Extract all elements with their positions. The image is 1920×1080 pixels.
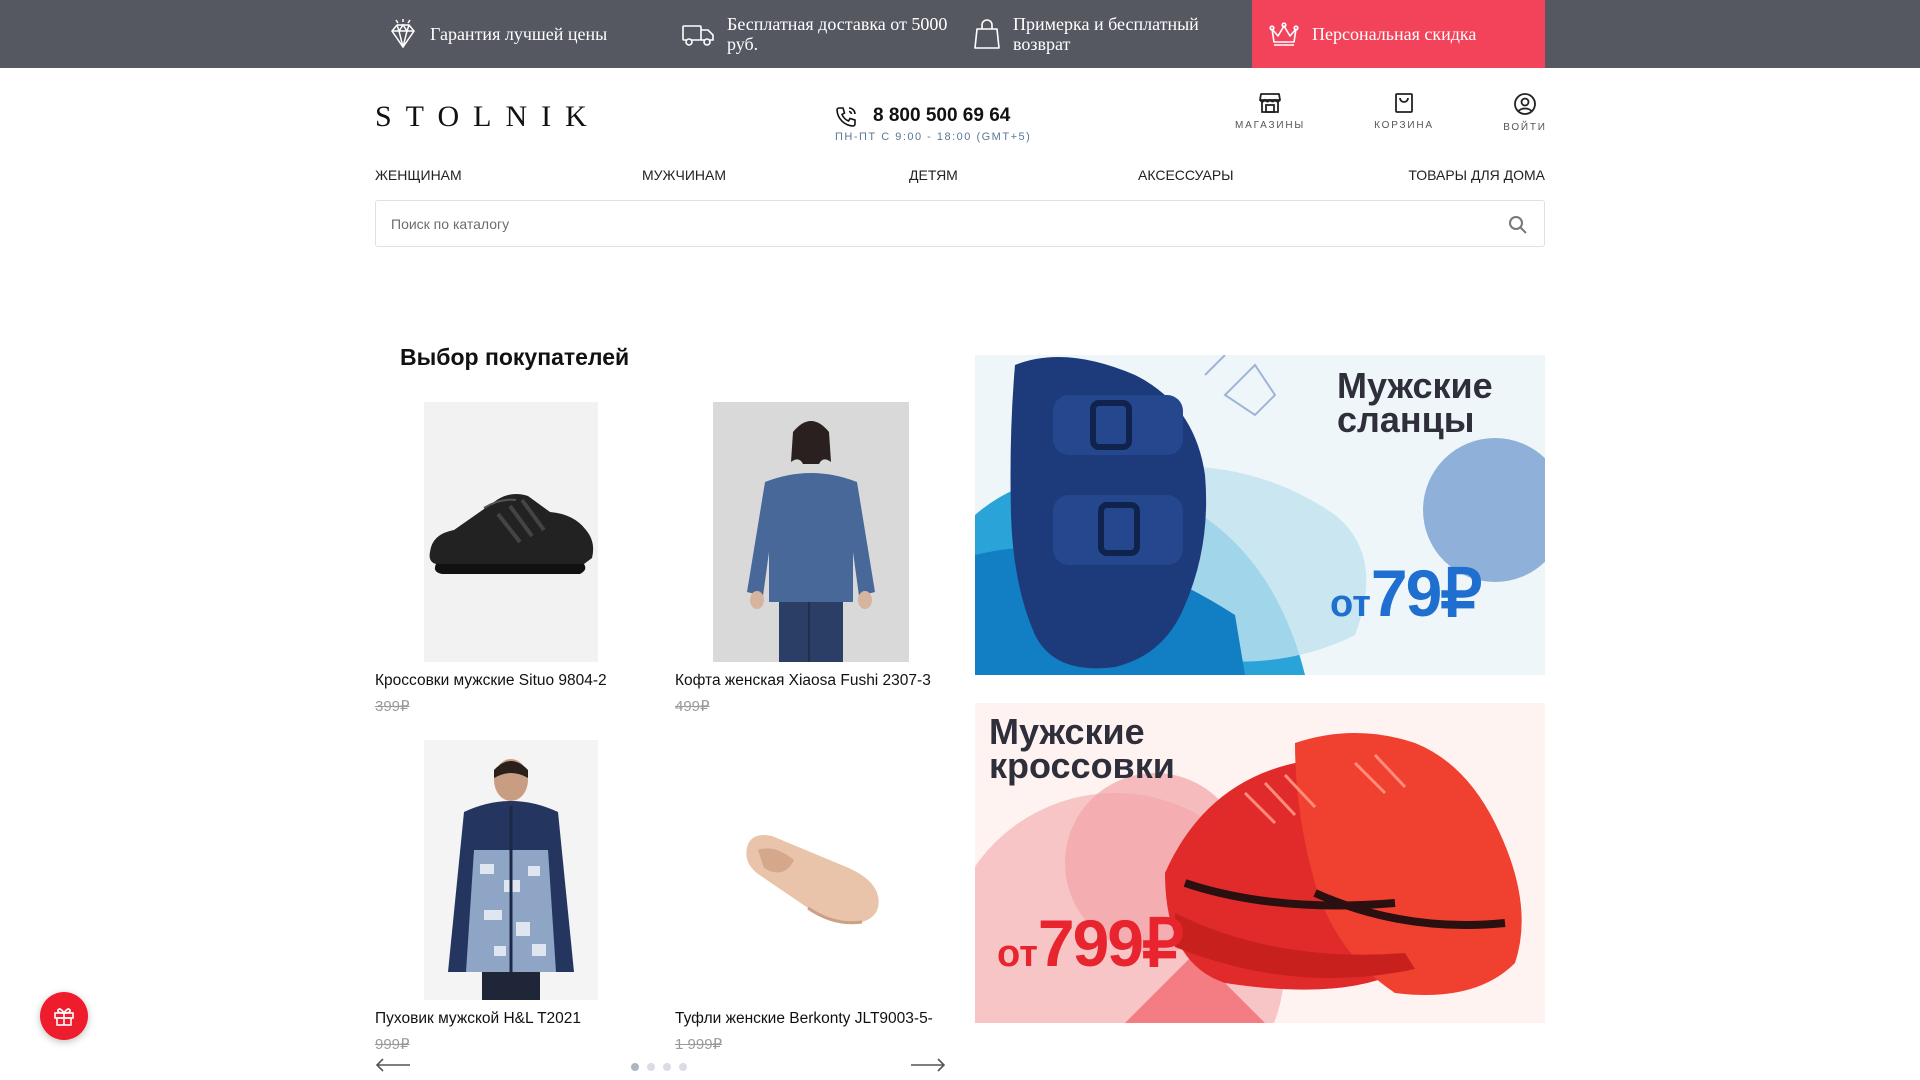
- pagination-dot[interactable]: [663, 1063, 671, 1071]
- banner-price-prefix: от: [997, 933, 1038, 975]
- carousel-pagination: [631, 1063, 687, 1071]
- perks-bar: Гарантия лучшей цены Бесплатная доставка…: [0, 0, 1920, 68]
- product-image[interactable]: [675, 740, 955, 1000]
- perk-free-delivery[interactable]: Бесплатная доставка от 5000 руб.: [681, 0, 951, 68]
- perk-label: Гарантия лучшей цены: [430, 24, 608, 44]
- banner-title: Мужские кроссовки: [989, 711, 1175, 786]
- product-price: 999₽: [375, 1036, 410, 1053]
- crown-icon: [1269, 22, 1299, 46]
- product-name[interactable]: Пуховик мужской H&L T2021: [375, 1010, 581, 1028]
- banner-price: от79₽: [1330, 555, 1482, 632]
- gift-button[interactable]: [40, 992, 88, 1040]
- arrow-right-icon[interactable]: [910, 1058, 946, 1072]
- shopping-bag-icon: [974, 19, 1000, 49]
- search-input[interactable]: [391, 201, 1491, 246]
- banner-price-value: 799₽: [1037, 906, 1184, 980]
- sweater-photo: [713, 402, 909, 662]
- page: Гарантия лучшей цены Бесплатная доставка…: [0, 0, 1920, 1080]
- product-price: 399₽: [375, 698, 410, 715]
- pagination-dot[interactable]: [679, 1063, 687, 1071]
- arrow-left-icon[interactable]: [375, 1058, 411, 1072]
- perk-label: Бесплатная доставка от 5000 руб.: [727, 14, 948, 54]
- perk-personal-discount[interactable]: Персональная скидка: [1252, 0, 1545, 68]
- nav-item-accessories[interactable]: АКСЕССУАРЫ: [1138, 167, 1234, 183]
- pagination-dot[interactable]: [631, 1063, 639, 1071]
- cart-link[interactable]: КОРЗИНА: [1359, 92, 1449, 131]
- cart-bag-icon: [1395, 93, 1413, 113]
- product-image[interactable]: [375, 740, 655, 1000]
- banner-price-prefix: от: [1330, 583, 1371, 625]
- gift-icon: [54, 1008, 74, 1026]
- perk-label: Персональная скидка: [1312, 24, 1477, 44]
- flat-shoe-photo: [724, 740, 898, 1000]
- login-label: ВОЙТИ: [1503, 122, 1547, 133]
- user-icon: [1514, 93, 1536, 115]
- nav-item-women[interactable]: ЖЕНЩИНАМ: [375, 167, 462, 183]
- section-title: Выбор покупателей: [400, 344, 630, 370]
- promo-banner-flip-flops[interactable]: Мужские сланцы от79₽: [975, 355, 1545, 675]
- site-logo[interactable]: STOLNIK: [375, 100, 601, 134]
- search-icon[interactable]: [1508, 215, 1528, 235]
- working-hours: ПН-ПТ С 9:00 - 18:00 (GMT+5): [835, 131, 1032, 143]
- sneaker-photo: [424, 402, 598, 662]
- nav-item-men[interactable]: МУЖЧИНАМ: [642, 167, 726, 183]
- banner-title-line: Мужские: [989, 711, 1145, 752]
- stores-label: МАГАЗИНЫ: [1234, 120, 1305, 131]
- perk-fitting-return[interactable]: Примерка и бесплатный возврат: [973, 0, 1243, 68]
- banner-title-line: Мужские: [1337, 365, 1493, 406]
- pagination-dot[interactable]: [647, 1063, 655, 1071]
- banner-price: от799₽: [997, 905, 1184, 982]
- banner-price-value: 79₽: [1370, 556, 1482, 630]
- banner-title-line: кроссовки: [989, 745, 1175, 786]
- main-nav: ЖЕНЩИНАМ МУЖЧИНАМ ДЕТЯМ АКСЕССУАРЫ ТОВАР…: [375, 167, 1545, 185]
- product-image[interactable]: [675, 402, 955, 662]
- product-image[interactable]: [375, 402, 655, 662]
- stores-link[interactable]: МАГАЗИНЫ: [1225, 92, 1315, 131]
- truck-icon: [682, 25, 714, 46]
- nav-item-kids[interactable]: ДЕТЯМ: [909, 167, 958, 183]
- perk-label: Примерка и бесплатный возврат: [1013, 14, 1199, 54]
- down-jacket-photo: [424, 740, 598, 1000]
- diamond-icon: [391, 19, 415, 49]
- cart-label: КОРЗИНА: [1374, 120, 1434, 131]
- perk-best-price[interactable]: Гарантия лучшей цены: [388, 0, 638, 68]
- product-name[interactable]: Кофта женская Xiaosa Fushi 2307-3: [675, 672, 931, 690]
- phone-number-link[interactable]: 8 800 500 69 64: [873, 105, 1010, 127]
- search-box: [375, 200, 1545, 247]
- login-link[interactable]: ВОЙТИ: [1480, 92, 1570, 133]
- banner-title: Мужские сланцы: [1337, 365, 1493, 440]
- product-name[interactable]: Туфли женские Berkonty JLT9003-5-: [675, 1010, 933, 1028]
- product-name[interactable]: Кроссовки мужские Situo 9804-2: [375, 672, 607, 690]
- promo-banner-sneakers[interactable]: Мужские кроссовки от799₽: [975, 703, 1545, 1023]
- banner-title-line: сланцы: [1337, 399, 1475, 440]
- product-price: 1 999₽: [675, 1036, 723, 1053]
- store-icon: [1259, 93, 1281, 113]
- phone-icon: [836, 107, 856, 127]
- nav-item-home-goods[interactable]: ТОВАРЫ ДЛЯ ДОМА: [1408, 167, 1545, 183]
- product-price: 499₽: [675, 698, 710, 715]
